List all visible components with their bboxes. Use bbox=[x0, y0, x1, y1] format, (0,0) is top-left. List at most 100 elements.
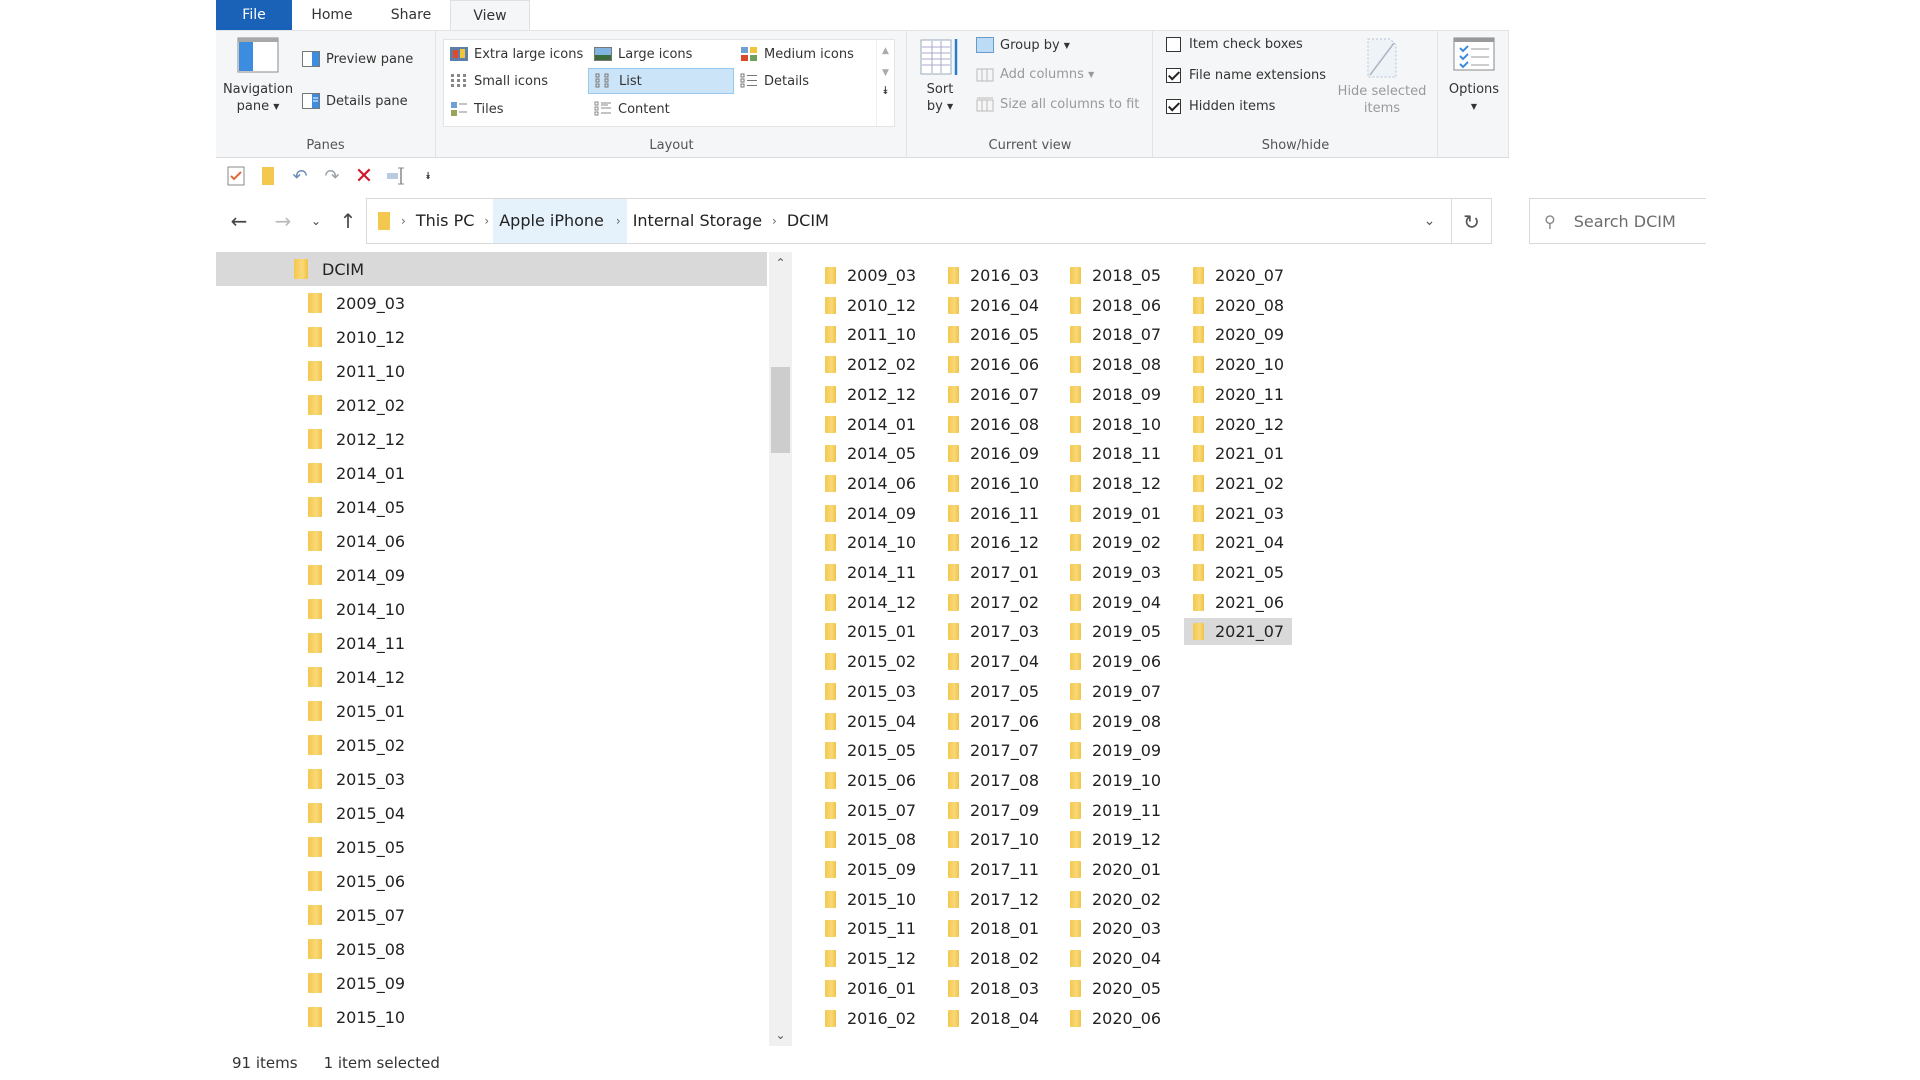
tree-item[interactable]: 2011_10 bbox=[216, 354, 767, 388]
folder-item[interactable]: 2016_09 bbox=[939, 440, 1047, 467]
scroll-up-icon[interactable]: ▲ bbox=[877, 46, 894, 56]
folder-item[interactable]: 2017_12 bbox=[939, 886, 1047, 913]
undo-button[interactable]: ↶ bbox=[290, 166, 310, 187]
file-name-extensions-toggle[interactable]: File name extensions bbox=[1166, 68, 1326, 83]
folder-item[interactable]: 2016_03 bbox=[939, 262, 1047, 289]
tree-item[interactable]: 2009_03 bbox=[216, 286, 767, 320]
size-columns-button[interactable]: Size all columns to fit bbox=[976, 96, 1139, 112]
scroll-down-icon[interactable]: ⌄ bbox=[769, 1024, 792, 1046]
tree-item[interactable]: 2014_12 bbox=[216, 660, 767, 694]
folder-item[interactable]: 2015_07 bbox=[816, 797, 924, 824]
details-pane-button[interactable]: Details pane bbox=[302, 93, 408, 109]
expand-gallery-icon[interactable]: ⯯ bbox=[877, 84, 894, 98]
breadcrumb-separator-icon[interactable]: › bbox=[397, 214, 410, 228]
folder-item[interactable]: 2019_06 bbox=[1061, 648, 1169, 675]
delete-button[interactable]: ✕ bbox=[354, 164, 374, 189]
folder-item[interactable]: 2015_10 bbox=[816, 886, 924, 913]
folder-item[interactable]: 2018_09 bbox=[1061, 381, 1169, 408]
folder-item[interactable]: 2019_09 bbox=[1061, 737, 1169, 764]
folder-item[interactable]: 2016_12 bbox=[939, 529, 1047, 556]
tree-item[interactable]: 2012_12 bbox=[216, 422, 767, 456]
folder-item[interactable]: 2015_05 bbox=[816, 737, 924, 764]
group-by-button[interactable]: Group by ▼ bbox=[976, 37, 1070, 53]
folder-item[interactable]: 2017_08 bbox=[939, 767, 1047, 794]
properties-button[interactable] bbox=[226, 166, 246, 186]
folder-item[interactable]: 2020_07 bbox=[1184, 262, 1292, 289]
hidden-items-toggle[interactable]: Hidden items bbox=[1166, 99, 1275, 114]
folder-item[interactable]: 2018_03 bbox=[939, 975, 1047, 1002]
folder-item[interactable]: 2015_06 bbox=[816, 767, 924, 794]
folder-item[interactable]: 2017_10 bbox=[939, 826, 1047, 853]
tab-view[interactable]: View bbox=[450, 0, 530, 30]
folder-item[interactable]: 2016_05 bbox=[939, 321, 1047, 348]
folder-item[interactable]: 2021_07 bbox=[1184, 618, 1292, 646]
scroll-up-icon[interactable]: ⌃ bbox=[769, 252, 792, 274]
file-name-extensions-checkbox[interactable] bbox=[1166, 68, 1181, 83]
folder-item[interactable]: 2017_06 bbox=[939, 708, 1047, 735]
item-check-boxes-toggle[interactable]: Item check boxes bbox=[1166, 37, 1303, 52]
tree-item-dcim[interactable]: DCIM bbox=[216, 252, 767, 286]
sort-by-button[interactable]: Sort by ▼ bbox=[916, 37, 964, 115]
folder-item[interactable]: 2020_06 bbox=[1061, 1005, 1169, 1032]
tab-file[interactable]: File bbox=[216, 0, 292, 30]
tree-item[interactable]: 2014_01 bbox=[216, 456, 767, 490]
layout-list[interactable]: List bbox=[588, 68, 734, 94]
navigation-pane-scrollbar[interactable]: ⌃ ⌄ bbox=[769, 252, 792, 1046]
tab-share[interactable]: Share bbox=[372, 0, 450, 30]
hide-selected-items-button[interactable]: Hide selected items bbox=[1332, 37, 1432, 117]
folder-item[interactable]: 2014_11 bbox=[816, 559, 924, 586]
folder-item[interactable]: 2019_12 bbox=[1061, 826, 1169, 853]
folder-item[interactable]: 2017_07 bbox=[939, 737, 1047, 764]
breadcrumb-separator-icon[interactable]: › bbox=[480, 214, 493, 228]
folder-item[interactable]: 2019_01 bbox=[1061, 500, 1169, 527]
folder-item[interactable]: 2021_01 bbox=[1184, 440, 1292, 467]
layout-gallery-scroll[interactable]: ▲ ▼ ⯯ bbox=[876, 40, 894, 126]
folder-item[interactable]: 2021_02 bbox=[1184, 470, 1292, 497]
tree-item[interactable]: 2014_11 bbox=[216, 626, 767, 660]
breadcrumb-dcim[interactable]: DCIM bbox=[781, 199, 835, 243]
folder-item[interactable]: 2018_07 bbox=[1061, 321, 1169, 348]
tree-item[interactable]: 2015_05 bbox=[216, 830, 767, 864]
folder-item[interactable]: 2020_05 bbox=[1061, 975, 1169, 1002]
folder-item[interactable]: 2015_11 bbox=[816, 915, 924, 942]
folder-item[interactable]: 2015_08 bbox=[816, 826, 924, 853]
tree-item[interactable]: 2015_06 bbox=[216, 864, 767, 898]
breadcrumb-separator-icon[interactable]: › bbox=[609, 199, 627, 243]
breadcrumb-this-pc[interactable]: This PC bbox=[410, 199, 481, 243]
folder-item[interactable]: 2018_02 bbox=[939, 945, 1047, 972]
back-button[interactable]: ← bbox=[224, 198, 254, 244]
tree-item[interactable]: 2012_02 bbox=[216, 388, 767, 422]
tree-item[interactable]: 2015_03 bbox=[216, 762, 767, 796]
tree-item[interactable]: 2015_04 bbox=[216, 796, 767, 830]
folder-item[interactable]: 2019_02 bbox=[1061, 529, 1169, 556]
layout-large-icons[interactable]: Large icons bbox=[594, 46, 692, 62]
tree-item[interactable]: 2015_08 bbox=[216, 932, 767, 966]
folder-item[interactable]: 2012_12 bbox=[816, 381, 924, 408]
folder-item[interactable]: 2014_10 bbox=[816, 529, 924, 556]
folder-item[interactable]: 2010_12 bbox=[816, 292, 924, 319]
refresh-button[interactable]: ↻ bbox=[1452, 198, 1492, 244]
tree-item[interactable]: 2014_10 bbox=[216, 592, 767, 626]
folder-item[interactable]: 2019_10 bbox=[1061, 767, 1169, 794]
new-folder-button[interactable] bbox=[258, 166, 278, 186]
folder-item[interactable]: 2021_04 bbox=[1184, 529, 1292, 556]
folder-item[interactable]: 2020_10 bbox=[1184, 351, 1292, 378]
folder-item[interactable]: 2020_08 bbox=[1184, 292, 1292, 319]
folder-item[interactable]: 2019_11 bbox=[1061, 797, 1169, 824]
folder-item[interactable]: 2018_12 bbox=[1061, 470, 1169, 497]
tree-item[interactable]: 2010_12 bbox=[216, 320, 767, 354]
folder-item[interactable]: 2012_02 bbox=[816, 351, 924, 378]
folder-item[interactable]: 2017_03 bbox=[939, 618, 1047, 645]
folder-item[interactable]: 2015_01 bbox=[816, 618, 924, 645]
folder-item[interactable]: 2016_06 bbox=[939, 351, 1047, 378]
item-check-boxes-checkbox[interactable] bbox=[1166, 37, 1181, 52]
folder-item[interactable]: 2014_12 bbox=[816, 589, 924, 616]
tree-item[interactable]: 2014_06 bbox=[216, 524, 767, 558]
folder-item[interactable]: 2018_08 bbox=[1061, 351, 1169, 378]
folder-item[interactable]: 2016_01 bbox=[816, 975, 924, 1002]
tree-item[interactable]: 2014_05 bbox=[216, 490, 767, 524]
folder-item[interactable]: 2020_11 bbox=[1184, 381, 1292, 408]
folder-item[interactable]: 2017_02 bbox=[939, 589, 1047, 616]
options-button[interactable]: Options ▼ bbox=[1443, 37, 1505, 115]
folder-item[interactable]: 2020_01 bbox=[1061, 856, 1169, 883]
